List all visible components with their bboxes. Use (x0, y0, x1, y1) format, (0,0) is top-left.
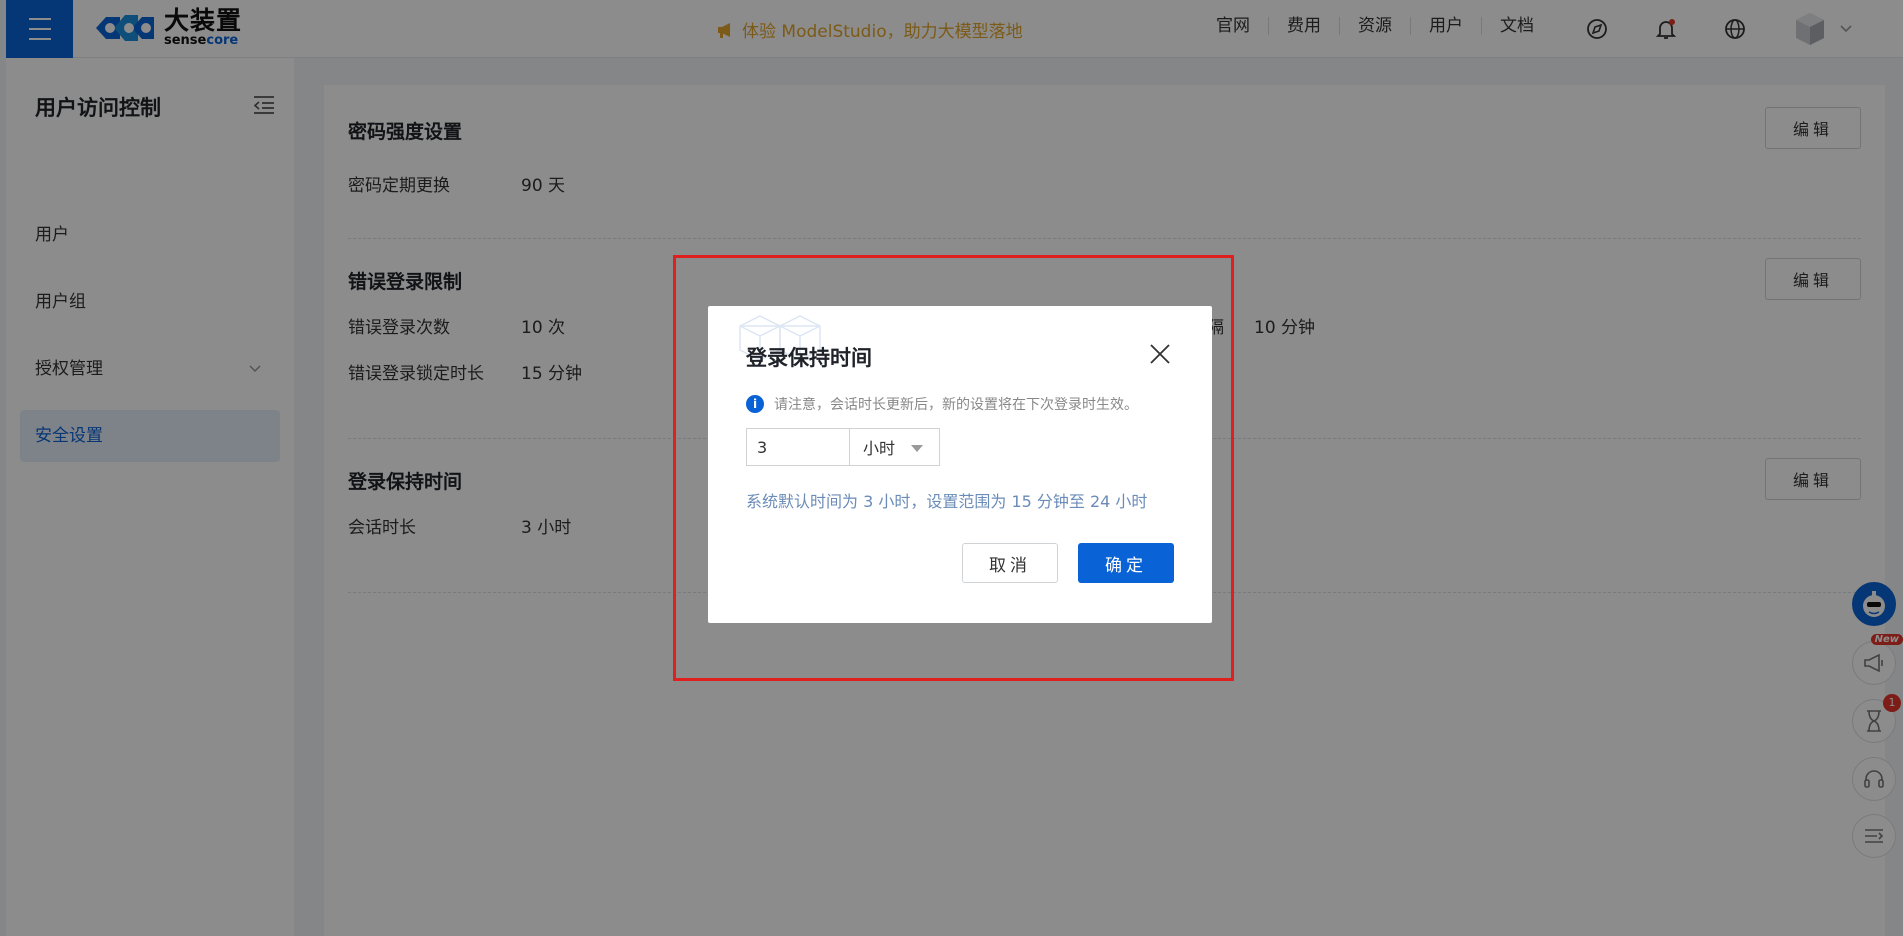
highlight-annotation (673, 255, 1234, 681)
